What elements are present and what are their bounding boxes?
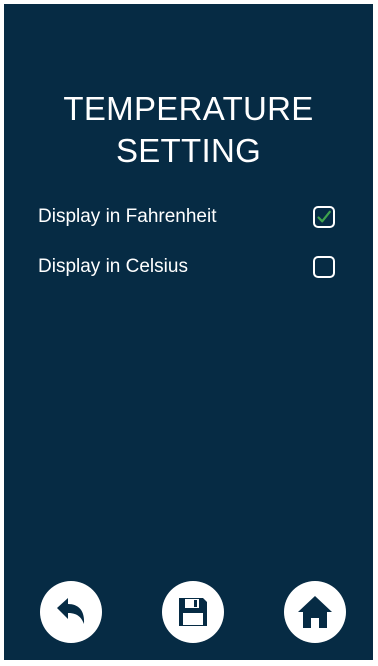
page-title-line-1: TEMPERATURE xyxy=(63,90,314,127)
floppy-disk-icon xyxy=(179,598,207,626)
celsius-option-row[interactable]: Display in Celsius xyxy=(38,252,335,282)
settings-screen: TEMPERATURE SETTING Display in Fahrenhei… xyxy=(4,4,373,660)
fahrenheit-checkbox[interactable] xyxy=(313,206,335,228)
back-arrow-icon xyxy=(57,598,85,624)
page-title-line-2: SETTING xyxy=(115,132,262,169)
home-button[interactable] xyxy=(284,581,346,643)
celsius-checkbox[interactable] xyxy=(313,256,335,278)
back-button[interactable] xyxy=(40,581,102,643)
fahrenheit-option-label: Display in Fahrenheit xyxy=(38,206,217,227)
celsius-option-label: Display in Celsius xyxy=(38,256,188,277)
checkmark-icon xyxy=(317,210,331,223)
page-title: TEMPERATURE SETTING xyxy=(4,88,373,172)
fahrenheit-option-row[interactable]: Display in Fahrenheit xyxy=(38,202,335,232)
save-button[interactable] xyxy=(162,581,224,643)
home-icon xyxy=(298,596,332,628)
